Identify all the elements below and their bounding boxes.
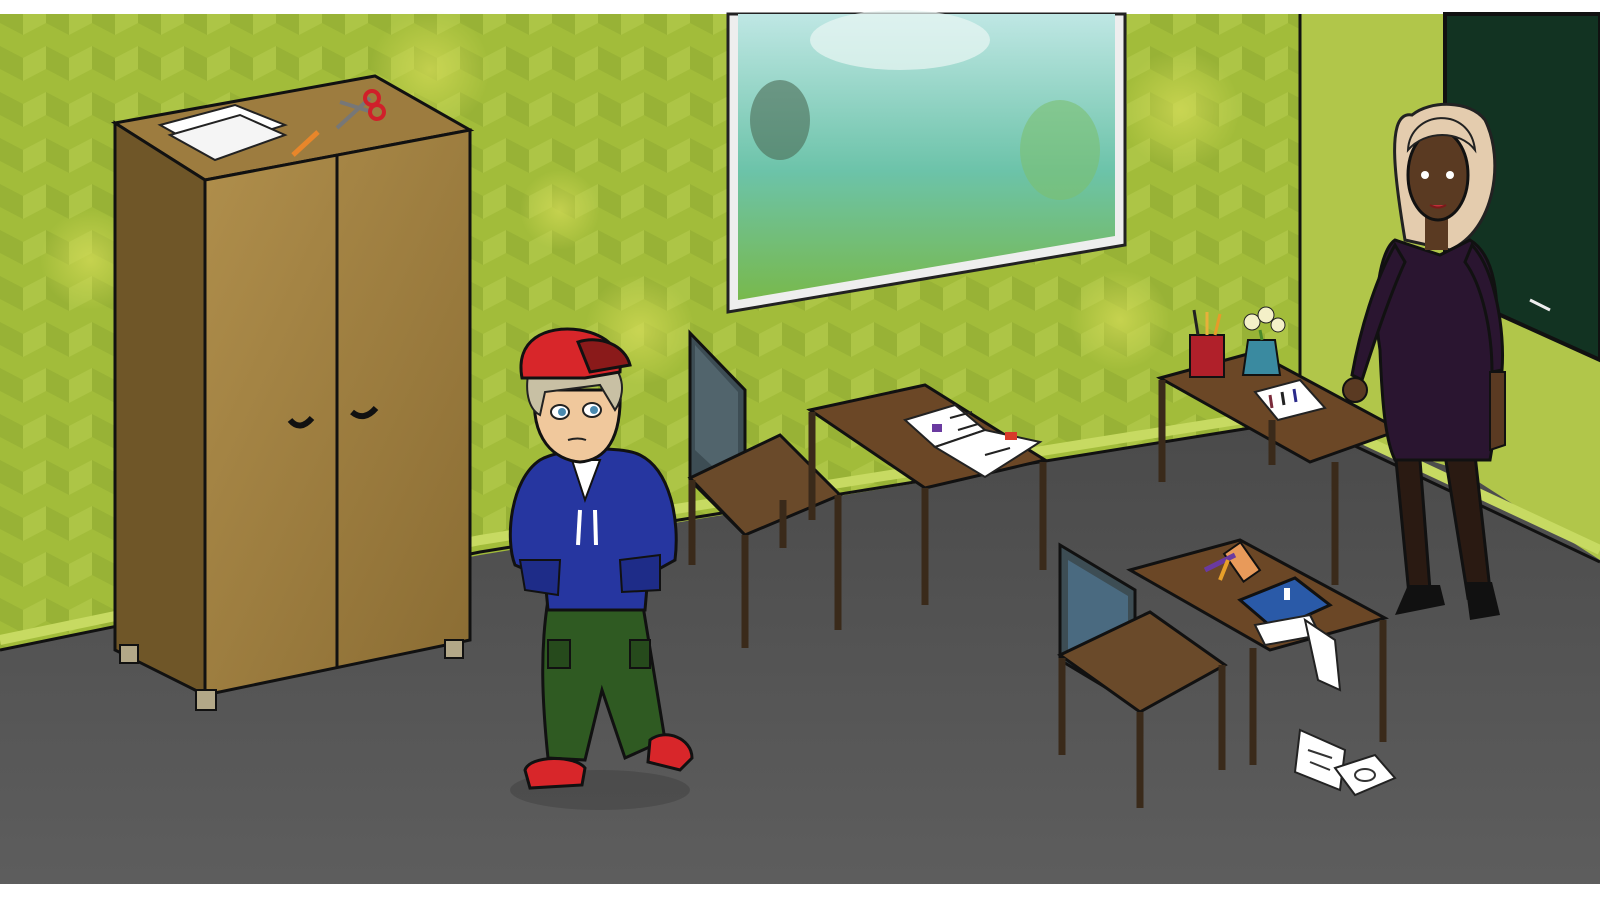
top-border <box>0 0 1600 14</box>
bottom-border <box>0 884 1600 900</box>
wardrobe <box>110 74 475 711</box>
scene-canvas <box>0 0 1600 900</box>
classroom-scene <box>0 0 1600 900</box>
boy-shoe-left <box>523 757 587 790</box>
pencil-cup <box>1189 309 1225 378</box>
